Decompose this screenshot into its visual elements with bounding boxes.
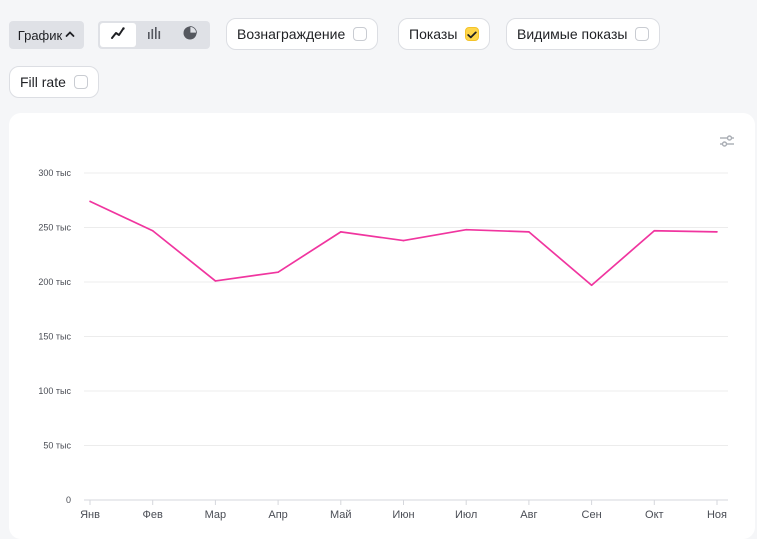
metric-viewable-impressions-toggle[interactable]: Видимые показы — [506, 18, 661, 50]
metric-impressions-checkbox[interactable] — [465, 26, 480, 42]
metric-reward-label: Вознаграждение — [237, 26, 346, 42]
metric-viewable-impressions-label: Видимые показы — [517, 26, 628, 42]
bar-chart-icon — [146, 26, 162, 45]
metric-fill-rate-checkbox[interactable] — [73, 75, 88, 89]
bar-chart-button[interactable] — [136, 23, 172, 47]
metric-reward-toggle[interactable]: Вознаграждение — [226, 18, 379, 50]
line-chart-button[interactable] — [100, 23, 136, 47]
chart-view-toggle-label: График — [17, 27, 63, 43]
pie-chart-icon — [182, 25, 198, 46]
chart-view-toggle[interactable]: График — [9, 21, 84, 49]
sliders-icon — [719, 135, 735, 153]
line-chart-icon — [110, 26, 126, 45]
chevron-up-icon — [65, 30, 75, 41]
metric-viewable-impressions-checkbox[interactable] — [635, 27, 650, 41]
checkmark-icon — [467, 26, 478, 42]
chart-type-selector — [98, 21, 210, 49]
metric-reward-checkbox[interactable] — [353, 27, 368, 41]
chart-settings-button[interactable] — [719, 133, 735, 149]
metric-impressions-toggle[interactable]: Показы — [398, 18, 491, 50]
metric-fill-rate-toggle[interactable]: Fill rate — [9, 66, 99, 98]
metric-impressions-label: Показы — [409, 26, 458, 42]
metric-fill-rate-label: Fill rate — [20, 74, 66, 90]
pie-chart-button[interactable] — [172, 23, 208, 47]
chart-panel — [9, 113, 755, 539]
